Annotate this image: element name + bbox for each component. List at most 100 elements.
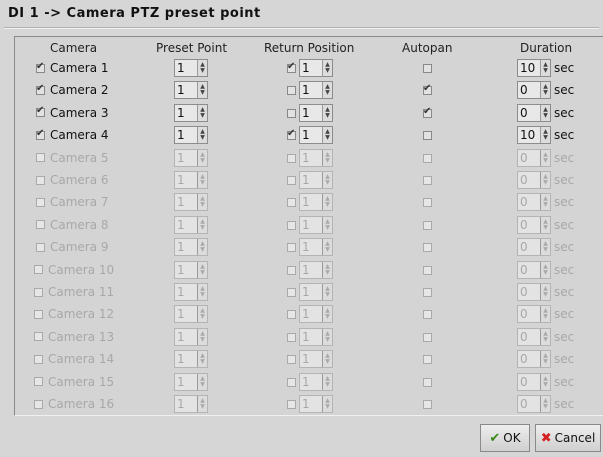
return-position-spinbox[interactable]: 1 ▲ ▼ — [299, 126, 333, 145]
return-position-spinbox[interactable]: 1 ▲ ▼ — [299, 171, 333, 189]
return-position-checkbox[interactable] — [287, 332, 296, 342]
return-position-spinbox[interactable]: 1 ▲ ▼ — [299, 103, 333, 122]
duration-spinbox[interactable]: 0 ▲ ▼ — [517, 215, 551, 234]
spin-arrows-icon[interactable]: ▲ ▼ — [322, 351, 332, 368]
spin-arrows-icon[interactable]: ▲ ▼ — [540, 127, 550, 144]
camera-enable-checkbox[interactable] — [36, 175, 45, 185]
duration-spinbox[interactable]: 10 ▲ ▼ — [517, 59, 551, 77]
spin-arrows-icon[interactable]: ▲ ▼ — [540, 60, 550, 76]
return-position-checkbox[interactable] — [287, 128, 296, 141]
camera-enable-checkbox[interactable] — [36, 197, 45, 207]
preset-point-spinbox[interactable]: 1 ▲ ▼ — [174, 81, 208, 100]
spin-arrows-icon[interactable]: ▲ ▼ — [197, 239, 207, 256]
autopan-checkbox[interactable] — [423, 220, 432, 230]
duration-spinbox[interactable]: 0 ▲ ▼ — [517, 305, 551, 324]
return-position-checkbox[interactable] — [287, 310, 296, 320]
duration-spinbox[interactable]: 0 ▲ ▼ — [517, 260, 551, 279]
camera-enable-checkbox[interactable] — [36, 61, 45, 73]
return-position-checkbox[interactable] — [287, 61, 296, 73]
duration-spinbox[interactable]: 10 ▲ ▼ — [517, 126, 551, 145]
spin-arrows-icon[interactable]: ▲ ▼ — [322, 194, 332, 211]
spin-arrows-icon[interactable]: ▲ ▼ — [322, 172, 332, 188]
duration-spinbox[interactable]: 0 ▲ ▼ — [517, 350, 551, 369]
camera-enable-checkbox[interactable] — [34, 287, 43, 297]
spin-arrows-icon[interactable]: ▲ ▼ — [540, 373, 550, 390]
preset-point-spinbox[interactable]: 1 ▲ ▼ — [174, 59, 208, 77]
return-position-spinbox[interactable]: 1 ▲ ▼ — [299, 215, 333, 234]
preset-point-spinbox[interactable]: 1 ▲ ▼ — [174, 126, 208, 145]
preset-point-spinbox[interactable]: 1 ▲ ▼ — [174, 327, 208, 346]
return-position-spinbox[interactable]: 1 ▲ ▼ — [299, 395, 333, 413]
spin-arrows-icon[interactable]: ▲ ▼ — [322, 149, 332, 166]
return-position-spinbox[interactable]: 1 ▲ ▼ — [299, 238, 333, 257]
preset-point-spinbox[interactable]: 1 ▲ ▼ — [174, 215, 208, 234]
spin-arrows-icon[interactable]: ▲ ▼ — [322, 127, 332, 144]
camera-enable-checkbox[interactable] — [34, 354, 43, 364]
return-position-checkbox[interactable] — [287, 220, 296, 230]
camera-enable-checkbox[interactable] — [34, 332, 43, 342]
preset-point-spinbox[interactable]: 1 ▲ ▼ — [174, 260, 208, 279]
spin-arrows-icon[interactable]: ▲ ▼ — [540, 261, 550, 278]
camera-enable-checkbox[interactable] — [36, 128, 45, 140]
spin-arrows-icon[interactable]: ▲ ▼ — [197, 284, 207, 300]
duration-spinbox[interactable]: 0 ▲ ▼ — [517, 81, 551, 100]
autopan-checkbox[interactable] — [423, 64, 432, 73]
spin-arrows-icon[interactable]: ▲ ▼ — [197, 216, 207, 233]
preset-point-spinbox[interactable]: 1 ▲ ▼ — [174, 305, 208, 324]
return-position-checkbox[interactable] — [287, 153, 296, 163]
spin-arrows-icon[interactable]: ▲ ▼ — [197, 127, 207, 144]
duration-spinbox[interactable]: 0 ▲ ▼ — [517, 395, 551, 413]
camera-enable-checkbox[interactable] — [34, 399, 43, 409]
duration-spinbox[interactable]: 0 ▲ ▼ — [517, 238, 551, 257]
return-position-checkbox[interactable] — [287, 243, 296, 253]
autopan-checkbox[interactable] — [423, 153, 432, 163]
return-position-checkbox[interactable] — [287, 400, 296, 409]
cancel-button[interactable]: ✖ Cancel — [535, 424, 601, 452]
autopan-checkbox[interactable] — [423, 83, 432, 96]
autopan-checkbox[interactable] — [423, 310, 432, 320]
return-position-spinbox[interactable]: 1 ▲ ▼ — [299, 193, 333, 212]
spin-arrows-icon[interactable]: ▲ ▼ — [540, 82, 550, 99]
spin-arrows-icon[interactable]: ▲ ▼ — [540, 194, 550, 211]
spin-arrows-icon[interactable]: ▲ ▼ — [197, 328, 207, 345]
preset-point-spinbox[interactable]: 1 ▲ ▼ — [174, 103, 208, 122]
preset-point-spinbox[interactable]: 1 ▲ ▼ — [174, 395, 208, 413]
return-position-spinbox[interactable]: 1 ▲ ▼ — [299, 81, 333, 100]
return-position-checkbox[interactable] — [287, 86, 296, 96]
duration-spinbox[interactable]: 0 ▲ ▼ — [517, 171, 551, 189]
spin-arrows-icon[interactable]: ▲ ▼ — [322, 216, 332, 233]
spin-arrows-icon[interactable]: ▲ ▼ — [197, 149, 207, 166]
return-position-checkbox[interactable] — [287, 288, 296, 297]
return-position-spinbox[interactable]: 1 ▲ ▼ — [299, 305, 333, 324]
spin-arrows-icon[interactable]: ▲ ▼ — [197, 194, 207, 211]
camera-enable-checkbox[interactable] — [36, 242, 45, 252]
return-position-spinbox[interactable]: 1 ▲ ▼ — [299, 59, 333, 77]
spin-arrows-icon[interactable]: ▲ ▼ — [322, 239, 332, 256]
autopan-checkbox[interactable] — [423, 198, 432, 208]
return-position-checkbox[interactable] — [287, 377, 296, 387]
autopan-checkbox[interactable] — [423, 332, 432, 342]
spin-arrows-icon[interactable]: ▲ ▼ — [540, 351, 550, 368]
spin-arrows-icon[interactable]: ▲ ▼ — [322, 82, 332, 99]
return-position-spinbox[interactable]: 1 ▲ ▼ — [299, 148, 333, 167]
spin-arrows-icon[interactable]: ▲ ▼ — [540, 104, 550, 121]
spin-arrows-icon[interactable]: ▲ ▼ — [540, 396, 550, 412]
autopan-checkbox[interactable] — [423, 265, 432, 275]
autopan-checkbox[interactable] — [423, 106, 432, 118]
spin-arrows-icon[interactable]: ▲ ▼ — [197, 104, 207, 121]
return-position-checkbox[interactable] — [287, 176, 296, 185]
spin-arrows-icon[interactable]: ▲ ▼ — [322, 306, 332, 323]
spin-arrows-icon[interactable]: ▲ ▼ — [322, 396, 332, 412]
spin-arrows-icon[interactable]: ▲ ▼ — [197, 351, 207, 368]
preset-point-spinbox[interactable]: 1 ▲ ▼ — [174, 171, 208, 189]
spin-arrows-icon[interactable]: ▲ ▼ — [540, 284, 550, 300]
spin-arrows-icon[interactable]: ▲ ▼ — [322, 60, 332, 76]
return-position-checkbox[interactable] — [287, 108, 296, 118]
camera-enable-checkbox[interactable] — [34, 377, 43, 387]
camera-enable-checkbox[interactable] — [34, 265, 43, 275]
duration-spinbox[interactable]: 0 ▲ ▼ — [517, 372, 551, 391]
spin-arrows-icon[interactable]: ▲ ▼ — [540, 239, 550, 256]
return-position-spinbox[interactable]: 1 ▲ ▼ — [299, 327, 333, 346]
return-position-spinbox[interactable]: 1 ▲ ▼ — [299, 260, 333, 279]
duration-spinbox[interactable]: 0 ▲ ▼ — [517, 148, 551, 167]
